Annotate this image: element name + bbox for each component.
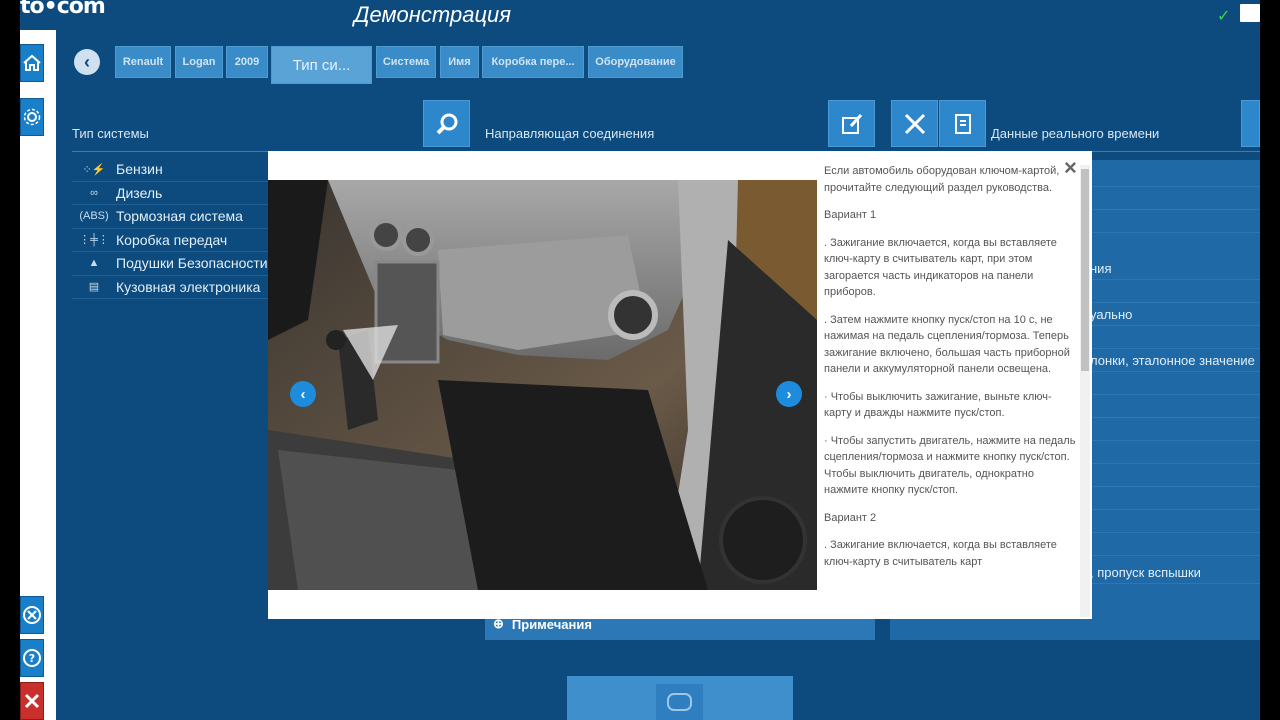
app-logo: to•com xyxy=(20,0,106,19)
paragraph: Вариант 2 xyxy=(824,511,877,524)
info-button[interactable] xyxy=(20,596,44,634)
search-button[interactable] xyxy=(423,100,470,147)
back-button[interactable]: ‹ xyxy=(74,49,100,75)
svg-text:?: ? xyxy=(29,652,35,665)
list-item[interactable]: ⋮╪⋮ Коробка передач xyxy=(72,229,290,252)
tools-button[interactable] xyxy=(891,100,938,147)
breadcrumb-name[interactable]: Имя xyxy=(440,46,479,78)
text-scrollbar[interactable] xyxy=(1080,165,1090,617)
srs-icon: ▲ xyxy=(88,257,100,270)
close-icon xyxy=(24,693,40,709)
abs-icon: (ABS) xyxy=(79,210,109,223)
list-item[interactable]: ▤ Кузовная электроника xyxy=(72,276,290,299)
chevron-left-icon: ‹ xyxy=(84,51,90,72)
breadcrumb-equipment[interactable]: Оборудование xyxy=(588,46,683,78)
list-item[interactable]: ⁘⚡ Бензин xyxy=(72,158,290,182)
live-search-button[interactable] xyxy=(1241,100,1260,147)
screen-border-left xyxy=(0,0,20,720)
list-item[interactable]: (ABS) Тормозная система xyxy=(72,205,290,229)
paragraph: · Чтобы выключить зажигание, выньте ключ… xyxy=(824,390,1052,420)
glow-plug-icon: ∞ xyxy=(90,186,98,199)
next-image-button[interactable]: › xyxy=(776,381,802,407)
system-label: Коробка передач xyxy=(116,231,228,248)
list-item[interactable]: ▲ Подушки Безопасности xyxy=(72,252,290,276)
help-icon: ? xyxy=(23,649,41,667)
system-label: Дизель xyxy=(116,184,163,201)
bottom-action-bar xyxy=(567,676,793,720)
list-item[interactable]: ∞ Дизель xyxy=(72,182,290,205)
search-icon xyxy=(436,113,457,134)
tools-circle-icon xyxy=(23,606,41,624)
edit-button[interactable] xyxy=(828,100,875,147)
help-button[interactable]: ? xyxy=(20,639,44,677)
exit-button[interactable] xyxy=(20,682,44,720)
scrollbar-thumb[interactable] xyxy=(1081,169,1089,371)
gear-icon xyxy=(23,108,41,126)
breadcrumb-year[interactable]: 2009 xyxy=(226,46,268,78)
paragraph: . Зажигание включается, когда вы вставля… xyxy=(824,539,1057,568)
edit-icon xyxy=(841,113,862,134)
connection-check-icon: ✓ xyxy=(1217,8,1231,25)
system-label: Кузовная электроника xyxy=(116,278,261,295)
system-label: Подушки Безопасности xyxy=(116,255,268,272)
settings-button[interactable] xyxy=(20,98,44,136)
app-window: to•com Демонстрация ✓ ? ‹ Renault Logan … xyxy=(20,0,1260,720)
gearbox-icon: ⋮╪⋮ xyxy=(79,234,109,247)
paragraph: Если автомобиль оборудован ключом-картой… xyxy=(824,165,1060,194)
home-button[interactable] xyxy=(20,44,44,82)
paragraph: . Зажигание включается, когда вы вставля… xyxy=(824,236,1057,299)
previous-image-button[interactable]: ‹ xyxy=(290,381,316,407)
image-info-modal: ‹ › Если автомобиль оборудован ключом-ка… xyxy=(268,151,1092,619)
breadcrumb-system[interactable]: Система xyxy=(376,46,436,78)
car-icon xyxy=(667,693,692,711)
screen-border-right xyxy=(1260,0,1280,720)
system-type-list: ⁘⚡ Бензин ∞ Дизель (ABS) Тормозная систе… xyxy=(72,158,290,299)
breadcrumb-make[interactable]: Renault xyxy=(115,46,171,78)
diagnostics-button[interactable] xyxy=(939,100,986,147)
paragraph: · Чтобы запустить двигатель, нажмите на … xyxy=(824,434,1076,497)
breadcrumb-system-type[interactable]: Тип си... xyxy=(271,46,372,84)
chevron-left-icon: ‹ xyxy=(300,385,306,403)
page-title: Демонстрация xyxy=(354,2,512,27)
vehicle-interior-photo: ‹ › xyxy=(268,180,817,590)
live-data-heading: Данные реального времени xyxy=(991,126,1160,141)
instruction-text: Если автомобиль оборудован ключом-картой… xyxy=(824,163,1076,615)
breadcrumb-model[interactable]: Logan xyxy=(175,46,223,78)
breadcrumb-gearbox[interactable]: Коробка пере... xyxy=(482,46,584,78)
chevron-right-icon: › xyxy=(786,385,792,403)
connection-guide-heading: Направляющая соединения xyxy=(485,126,655,141)
battery-icon xyxy=(1240,4,1260,22)
paragraph: Вариант 1 xyxy=(824,209,877,221)
fuel-injector-icon: ⁘⚡ xyxy=(82,163,106,176)
vehicle-button[interactable] xyxy=(656,684,703,720)
system-label: Тормозная система xyxy=(116,208,243,225)
paragraph: . Затем нажмите кнопку пуск/стоп на 10 с… xyxy=(824,313,1070,376)
system-label: Бензин xyxy=(116,161,163,178)
wrench-screwdriver-icon xyxy=(904,113,925,134)
system-type-heading: Тип системы xyxy=(72,126,149,141)
body-electronics-icon: ▤ xyxy=(88,281,100,294)
ecu-icon xyxy=(954,113,971,134)
close-button[interactable]: × xyxy=(1064,157,1077,179)
left-rail: ? xyxy=(20,30,56,720)
home-icon xyxy=(23,54,41,71)
